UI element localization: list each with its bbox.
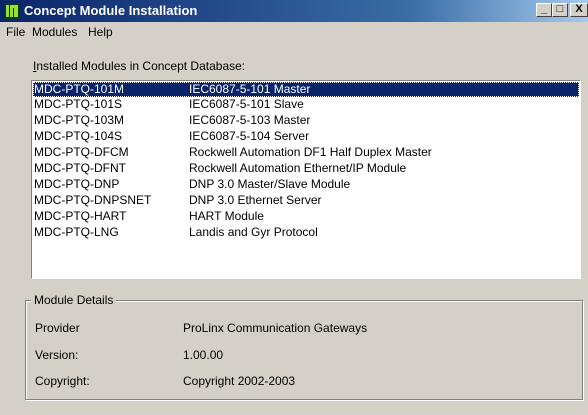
list-item[interactable]: MDC-PTQ-101S IEC6087-5-101 Slave xyxy=(33,97,579,112)
module-description: Landis and Gyr Protocol xyxy=(189,225,318,239)
module-description: IEC6087-5-101 Slave xyxy=(189,97,304,111)
module-name: MDC-PTQ-DFCM xyxy=(34,145,129,159)
copyright-value: Copyright 2002-2003 xyxy=(183,374,296,388)
menu-modules[interactable]: Modules xyxy=(32,25,77,39)
module-details-group xyxy=(25,300,583,400)
module-description: IEC6087-5-103 Master xyxy=(189,113,311,127)
maximize-button[interactable]: □ xyxy=(552,3,568,17)
maximize-icon: □ xyxy=(556,3,564,15)
list-item[interactable]: MDC-PTQ-LNG Landis and Gyr Protocol xyxy=(33,225,579,240)
module-description: HART Module xyxy=(189,209,264,223)
module-description: IEC6087-5-101 Master xyxy=(189,82,311,96)
window-title: Concept Module Installation xyxy=(24,3,198,18)
minimize-icon: _ xyxy=(540,3,548,15)
list-item[interactable]: MDC-PTQ-DNP DNP 3.0 Master/Slave Module xyxy=(33,177,579,192)
module-name: MDC-PTQ-DNP xyxy=(34,177,120,191)
module-name: MDC-PTQ-101M xyxy=(34,82,125,96)
copyright-label: Copyright: xyxy=(35,374,90,388)
module-description: IEC6087-5-104 Server xyxy=(189,129,310,143)
menu-help[interactable]: Help xyxy=(88,25,113,39)
version-value: 1.00.00 xyxy=(183,348,224,362)
list-item[interactable]: MDC-PTQ-DFCM Rockwell Automation DF1 Hal… xyxy=(33,145,579,160)
label-text: nstalled Modules in Concept Database: xyxy=(36,59,246,73)
provider-label: Provider xyxy=(35,321,80,335)
module-details-title: Module Details xyxy=(31,292,117,308)
module-description: Rockwell Automation Ethernet/IP Module xyxy=(189,161,407,175)
menu-file[interactable]: File xyxy=(6,25,25,39)
module-name: MDC-PTQ-104S xyxy=(34,129,123,143)
close-icon: X xyxy=(575,3,583,15)
module-description: DNP 3.0 Master/Slave Module xyxy=(189,177,351,191)
list-item[interactable]: MDC-PTQ-DNPSNET DNP 3.0 Ethernet Server xyxy=(33,193,579,208)
module-description: Rockwell Automation DF1 Half Duplex Mast… xyxy=(189,145,432,159)
title-bar[interactable]: Concept Module Installation _ □ X xyxy=(0,0,588,22)
provider-value: ProLinx Communication Gateways xyxy=(183,321,368,335)
modules-listbox[interactable]: MDC-PTQ-101M IEC6087-5-101 Master MDC-PT… xyxy=(31,80,581,279)
list-item[interactable]: MDC-PTQ-101M IEC6087-5-101 Master xyxy=(33,82,579,97)
minimize-button[interactable]: _ xyxy=(536,3,552,17)
list-item[interactable]: MDC-PTQ-104S IEC6087-5-104 Server xyxy=(33,129,579,144)
installed-modules-label: Installed Modules in Concept Database: xyxy=(33,59,245,73)
version-label: Version: xyxy=(35,348,79,362)
close-button[interactable]: X xyxy=(570,3,588,17)
module-name: MDC-PTQ-HART xyxy=(34,209,127,223)
module-name: MDC-PTQ-DFNT xyxy=(34,161,126,175)
list-item[interactable]: MDC-PTQ-HART HART Module xyxy=(33,209,579,224)
menu-bar: File Modules Help xyxy=(0,22,588,42)
list-item[interactable]: MDC-PTQ-103M IEC6087-5-103 Master xyxy=(33,113,579,128)
list-item[interactable]: MDC-PTQ-DFNT Rockwell Automation Etherne… xyxy=(33,161,579,176)
module-name: MDC-PTQ-101S xyxy=(34,97,123,111)
app-icon xyxy=(4,3,20,19)
module-description: DNP 3.0 Ethernet Server xyxy=(189,193,322,207)
module-name: MDC-PTQ-LNG xyxy=(34,225,119,239)
module-name: MDC-PTQ-DNPSNET xyxy=(34,193,152,207)
module-name: MDC-PTQ-103M xyxy=(34,113,125,127)
